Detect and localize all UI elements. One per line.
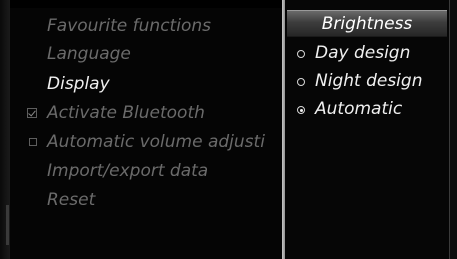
screen-frame-left xyxy=(0,0,10,259)
menu-item-label: Import/export data xyxy=(47,161,209,181)
option-label: Automatic xyxy=(315,99,403,119)
settings-menu: Favourite functions Language Display Act… xyxy=(10,8,282,259)
checked-checkbox-icon[interactable] xyxy=(27,108,37,118)
radio-empty-icon[interactable] xyxy=(297,50,305,58)
brightness-panel: Brightness Day design Night design Autom… xyxy=(285,0,449,259)
radio-selected-icon[interactable] xyxy=(297,106,305,114)
option-night-design[interactable]: Night design xyxy=(285,68,449,95)
menu-item-label: Display xyxy=(47,74,110,94)
menu-item-label: Automatic volume adjusti xyxy=(47,132,265,152)
menu-item-label: Activate Bluetooth xyxy=(47,103,205,123)
menu-item-label: Language xyxy=(47,44,131,64)
menu-item-label: Reset xyxy=(47,190,96,210)
display-settings-screen: Favourite functions Language Display Act… xyxy=(0,0,457,259)
option-day-design[interactable]: Day design xyxy=(285,40,449,67)
radio-empty-icon[interactable] xyxy=(297,78,305,86)
option-automatic[interactable]: Automatic xyxy=(285,96,449,123)
checkbox-icon[interactable] xyxy=(29,138,37,146)
option-label: Day design xyxy=(315,43,411,63)
option-label: Night design xyxy=(315,71,423,91)
screen-frame-right xyxy=(449,0,457,259)
panel-title-brightness[interactable]: Brightness xyxy=(287,10,447,37)
menu-item-label: Favourite functions xyxy=(47,16,211,36)
